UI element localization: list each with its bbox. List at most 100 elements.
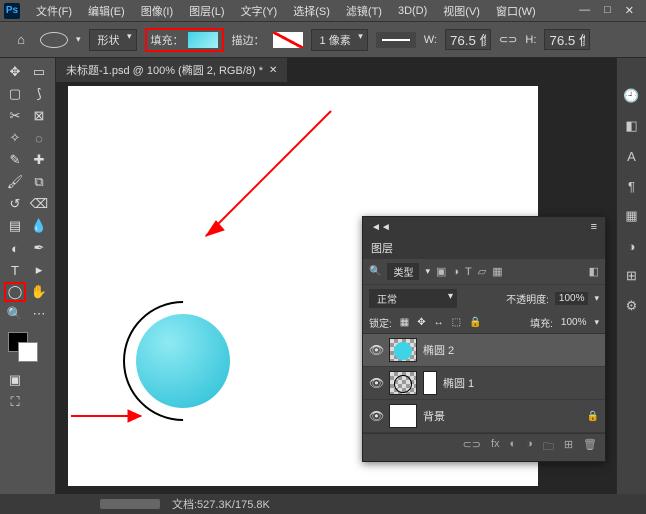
- eraser-tool[interactable]: ⌫: [28, 194, 50, 214]
- color-panel-icon[interactable]: ◧: [624, 118, 640, 134]
- lock-position-icon[interactable]: ✥: [417, 317, 425, 328]
- brush-tool[interactable]: 🖌: [4, 172, 26, 192]
- filter-pixel-icon[interactable]: ▣: [436, 265, 446, 278]
- adjustment-layer-icon[interactable]: ◑: [526, 438, 533, 457]
- filter-adjust-icon[interactable]: ◑: [452, 266, 459, 278]
- layer-thumb[interactable]: [389, 338, 417, 362]
- menu-window[interactable]: 窗口(W): [488, 1, 544, 21]
- width-input[interactable]: [445, 29, 491, 50]
- lock-pixels-icon[interactable]: ▦: [400, 317, 409, 328]
- stroke-width-input[interactable]: 1 像素: [311, 29, 368, 51]
- stroke-style-select[interactable]: [376, 32, 416, 48]
- history-brush-tool[interactable]: ↺: [4, 194, 26, 214]
- lock-all-icon[interactable]: 🔒: [469, 317, 481, 328]
- layer-item[interactable]: 👁 背景 🔒: [363, 400, 605, 433]
- ellipse-preset-icon[interactable]: [40, 32, 68, 48]
- blur-tool[interactable]: 💧: [28, 216, 50, 236]
- new-layer-icon[interactable]: ⊞: [564, 438, 573, 457]
- path-select-tool[interactable]: ▸: [28, 260, 50, 280]
- group-icon[interactable]: 🗀: [543, 438, 554, 457]
- filter-type-select[interactable]: 类型: [387, 263, 419, 280]
- lock-nest-icon[interactable]: ⬚: [452, 317, 461, 328]
- close-tab-icon[interactable]: ✕: [269, 65, 277, 76]
- fill-opacity-value[interactable]: 100%: [561, 317, 587, 328]
- heal-tool[interactable]: ✚: [28, 150, 50, 170]
- layer-name[interactable]: 椭圆 2: [423, 342, 599, 358]
- frame-tool[interactable]: ⊠: [28, 106, 50, 126]
- history-panel-icon[interactable]: 🕘: [624, 88, 640, 104]
- screenmode-icon[interactable]: ⛶: [4, 392, 26, 412]
- layers-tab[interactable]: 图层: [371, 243, 393, 255]
- minimize-icon[interactable]: —: [579, 4, 590, 17]
- panel-menu-icon[interactable]: ≡: [591, 221, 597, 233]
- link-wh-icon[interactable]: ⊂⊃: [499, 33, 517, 46]
- panel-header[interactable]: ◄◄ ≡: [363, 217, 605, 237]
- marquee-tool[interactable]: ▢: [4, 84, 26, 104]
- lasso-tool[interactable]: ⟆: [28, 84, 50, 104]
- filter-smart-icon[interactable]: ▦: [492, 265, 502, 278]
- delete-layer-icon[interactable]: 🗑: [583, 438, 597, 457]
- eyedropper-tool[interactable]: ✎: [4, 150, 26, 170]
- zoom-tool[interactable]: 🔍: [4, 304, 26, 324]
- menu-filter[interactable]: 滤镜(T): [338, 1, 390, 21]
- visibility-icon[interactable]: 👁: [369, 343, 383, 357]
- close-icon[interactable]: ✕: [625, 4, 634, 17]
- background-color[interactable]: [18, 342, 38, 362]
- hand-tool[interactable]: ✋: [28, 282, 50, 302]
- menu-file[interactable]: 文件(F): [28, 1, 80, 21]
- menu-edit[interactable]: 编辑(E): [80, 1, 133, 21]
- adjustments-panel-icon[interactable]: ◑: [624, 238, 640, 254]
- layer-name[interactable]: 背景: [423, 408, 581, 424]
- dodge-tool[interactable]: ◐: [4, 238, 26, 258]
- stroke-swatch[interactable]: [273, 32, 303, 48]
- menu-image[interactable]: 图像(I): [133, 1, 181, 21]
- document-tab[interactable]: 未标题-1.psd @ 100% (椭圆 2, RGB/8) * ✕: [56, 58, 287, 82]
- layer-mask-icon[interactable]: ◐: [510, 438, 517, 457]
- shape-mode-select[interactable]: 形状: [89, 29, 137, 51]
- layer-thumb[interactable]: [389, 371, 417, 395]
- artboard-tool[interactable]: ▭: [28, 62, 50, 82]
- ellipse-tool[interactable]: ◯: [4, 282, 26, 302]
- move-tool[interactable]: ✥: [4, 62, 26, 82]
- quickmask-icon[interactable]: ▣: [4, 370, 26, 390]
- menu-select[interactable]: 选择(S): [285, 1, 338, 21]
- horizontal-scrollbar[interactable]: [100, 499, 160, 509]
- home-icon[interactable]: ⌂: [10, 30, 32, 50]
- layer-thumb[interactable]: [389, 404, 417, 428]
- filter-type-icon[interactable]: T: [465, 266, 472, 278]
- wand-tool[interactable]: ✧: [4, 128, 26, 148]
- visibility-icon[interactable]: 👁: [369, 409, 383, 423]
- color-swatches[interactable]: [8, 332, 38, 362]
- link-layers-icon[interactable]: ⊂⊃: [463, 438, 481, 457]
- libraries-panel-icon[interactable]: ⊞: [624, 268, 640, 284]
- menu-3d[interactable]: 3D(D): [390, 3, 435, 19]
- swatches-panel-icon[interactable]: ▦: [624, 208, 640, 224]
- menu-type[interactable]: 文字(Y): [233, 1, 286, 21]
- visibility-icon[interactable]: 👁: [369, 376, 383, 390]
- menu-view[interactable]: 视图(V): [435, 1, 488, 21]
- edit-toolbar[interactable]: ⋯: [28, 304, 50, 324]
- opacity-value[interactable]: 100%: [555, 292, 589, 305]
- type-tool[interactable]: T: [4, 260, 26, 280]
- layer-item[interactable]: 👁 椭圆 1: [363, 367, 605, 400]
- menu-layer[interactable]: 图层(L): [181, 1, 232, 21]
- filter-toggle[interactable]: ◧: [589, 265, 599, 278]
- blend-mode-select[interactable]: 正常: [369, 289, 457, 308]
- layer-fx-icon[interactable]: fx: [491, 438, 500, 457]
- maximize-icon[interactable]: □: [604, 4, 611, 17]
- character-panel-icon[interactable]: A: [624, 148, 640, 164]
- properties-panel-icon[interactable]: ⚙: [624, 298, 640, 314]
- pen-tool[interactable]: ✒: [28, 238, 50, 258]
- paragraph-panel-icon[interactable]: ¶: [624, 178, 640, 194]
- clone-tool[interactable]: ⧉: [28, 172, 50, 192]
- lock-artboard-icon[interactable]: ↔: [434, 317, 444, 328]
- filter-shape-icon[interactable]: ▱: [478, 265, 486, 278]
- layer-item[interactable]: 👁 椭圆 2: [363, 334, 605, 367]
- height-input[interactable]: [544, 29, 590, 50]
- gradient-tool[interactable]: ▤: [4, 216, 26, 236]
- quickselect-tool[interactable]: ◌: [28, 128, 50, 148]
- crop-tool[interactable]: ✂: [4, 106, 26, 126]
- layer-name[interactable]: 椭圆 1: [443, 375, 599, 391]
- layer-mask-thumb[interactable]: [423, 371, 437, 395]
- fill-swatch[interactable]: [188, 32, 218, 48]
